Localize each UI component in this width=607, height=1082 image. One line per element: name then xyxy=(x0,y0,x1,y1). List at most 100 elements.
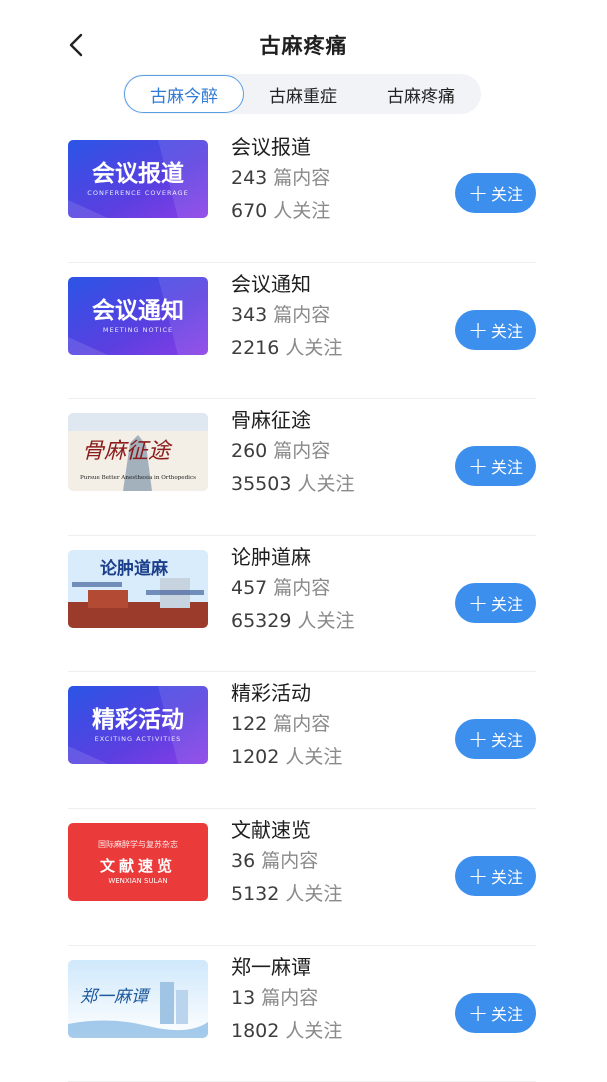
column-info: 骨麻征途 260 篇内容 35503 人关注 xyxy=(231,405,354,501)
list-item[interactable]: 郑一麻谭 郑一麻谭 13 篇内容 1802 人关注 + 关注 xyxy=(68,946,536,1082)
thumb-subtitle: CONFERENCE COVERAGE xyxy=(87,189,188,197)
content-count: 343 篇内容 xyxy=(231,299,342,332)
column-thumbnail[interactable]: 论肿道麻 xyxy=(68,549,208,628)
column-name: 文献速览 xyxy=(231,817,311,842)
content-count: 457 篇内容 xyxy=(231,572,354,605)
plus-icon: + xyxy=(467,315,489,344)
content-count-unit: 篇内容 xyxy=(273,167,331,189)
plus-icon: + xyxy=(467,179,489,207)
follower-count-value: 1202 xyxy=(231,746,280,769)
follow-label: 关注 xyxy=(491,594,524,614)
tab-gumazhongzheng[interactable]: 古麻重症 xyxy=(244,75,362,113)
thumb-title: 精彩活动 xyxy=(92,707,184,733)
follow-label: 关注 xyxy=(491,185,524,204)
follow-button[interactable]: + 关注 xyxy=(455,992,536,1033)
list-item[interactable]: 会议报道 CONFERENCE COVERAGE 会议报道 243 篇内容 670… xyxy=(68,126,536,263)
content-count-unit: 篇内容 xyxy=(273,713,331,736)
follower-count: 35503 人关注 xyxy=(231,468,354,501)
follower-count: 1802 人关注 xyxy=(231,1015,342,1048)
follow-button[interactable]: + 关注 xyxy=(455,446,536,487)
follow-button[interactable]: + 关注 xyxy=(455,309,536,350)
column-info: 精彩活动 122 篇内容 1202 人关注 xyxy=(231,678,342,774)
follower-count-value: 670 xyxy=(231,200,268,222)
content-count: 13 篇内容 xyxy=(231,982,342,1015)
content-count-unit: 篇内容 xyxy=(273,303,331,326)
content-count-unit: 篇内容 xyxy=(273,576,331,599)
list-item[interactable]: 骨麻征途 Pursue Better Anesthesia in Orthope… xyxy=(68,399,536,536)
thumb-subtitle: MEETING NOTICE xyxy=(103,326,173,334)
follow-button[interactable]: + 关注 xyxy=(455,855,536,896)
column-thumbnail[interactable]: 会议报道 CONFERENCE COVERAGE xyxy=(68,140,208,218)
content-count-unit: 篇内容 xyxy=(273,440,331,463)
column-name: 郑一麻谭 xyxy=(231,954,311,979)
column-name: 会议报道 xyxy=(231,135,311,159)
plus-icon: + xyxy=(467,452,489,481)
thumb-title: 会议报道 xyxy=(92,160,184,187)
follower-count-unit: 人关注 xyxy=(285,1019,343,1042)
tab-gumajinzui[interactable]: 古麻今醉 xyxy=(124,75,244,113)
content-count-value: 243 xyxy=(231,167,268,189)
plus-icon: + xyxy=(467,998,489,1027)
content-count-value: 122 xyxy=(231,713,268,736)
follow-label: 关注 xyxy=(491,731,524,751)
content-count-unit: 篇内容 xyxy=(261,849,319,872)
content-count-value: 36 xyxy=(231,849,256,872)
content-count: 122 篇内容 xyxy=(231,708,342,741)
list-item[interactable]: 会议通知 MEETING NOTICE 会议通知 343 篇内容 2216 人关注 … xyxy=(68,263,536,400)
follower-count-unit: 人关注 xyxy=(273,200,331,222)
header: 古麻疼痛 xyxy=(0,0,607,80)
column-name: 骨麻征途 xyxy=(231,408,311,433)
follower-count-unit: 人关注 xyxy=(285,746,343,769)
content-count-value: 343 xyxy=(231,303,268,326)
tab-gumatengtong[interactable]: 古麻疼痛 xyxy=(362,75,480,113)
list-item[interactable]: 论肿道麻 论肿道麻 457 篇内容 65329 人关注 + 关注 xyxy=(68,536,536,673)
list-item[interactable]: 精彩活动 EXCITING ACTIVITIES 精彩活动 122 篇内容 120… xyxy=(68,672,536,809)
follower-count: 5132 人关注 xyxy=(231,878,342,911)
column-info: 郑一麻谭 13 篇内容 1802 人关注 xyxy=(231,952,342,1048)
thumb-subtitle: EXCITING ACTIVITIES xyxy=(95,735,182,743)
column-thumbnail[interactable]: 精彩活动 EXCITING ACTIVITIES xyxy=(68,686,208,765)
column-name: 论肿道麻 xyxy=(231,544,311,569)
follower-count-unit: 人关注 xyxy=(285,882,343,905)
thumb-title: 论肿道麻 xyxy=(100,558,169,579)
column-thumbnail[interactable]: 骨麻征途 Pursue Better Anesthesia in Orthope… xyxy=(68,413,208,492)
follow-label: 关注 xyxy=(491,1004,524,1024)
column-thumbnail[interactable]: 郑一麻谭 xyxy=(68,959,208,1038)
follow-label: 关注 xyxy=(491,321,524,341)
follower-count-value: 2216 xyxy=(231,336,280,359)
follow-button[interactable]: + 关注 xyxy=(455,173,536,213)
column-thumbnail[interactable]: 会议通知 MEETING NOTICE xyxy=(68,276,208,355)
follower-count-value: 1802 xyxy=(231,1019,280,1042)
page-title: 古麻疼痛 xyxy=(259,34,348,58)
follow-button[interactable]: + 关注 xyxy=(455,582,536,623)
content-count-value: 260 xyxy=(231,440,268,463)
column-name: 会议通知 xyxy=(231,271,311,296)
thumb-subtitle: WENXIAN SULAN xyxy=(108,877,167,885)
thumb-title: 会议通知 xyxy=(92,297,184,324)
thumb-title: 文献速览 xyxy=(100,857,176,875)
plus-icon: + xyxy=(467,725,489,754)
list-item[interactable]: 国际麻醉学与复苏杂志 文献速览 WENXIAN SULAN 文献速览 36 篇内容… xyxy=(68,809,536,946)
follower-count-unit: 人关注 xyxy=(297,473,355,496)
column-name: 精彩活动 xyxy=(231,681,311,706)
column-info: 会议报道 243 篇内容 670 人关注 xyxy=(231,132,330,228)
thumb-title: 郑一麻谭 xyxy=(80,987,151,1007)
follower-count-value: 5132 xyxy=(231,882,280,905)
column-thumbnail[interactable]: 国际麻醉学与复苏杂志 文献速览 WENXIAN SULAN xyxy=(68,822,208,901)
follow-label: 关注 xyxy=(491,458,524,478)
content-count: 243 篇内容 xyxy=(231,162,330,195)
column-info: 论肿道麻 457 篇内容 65329 人关注 xyxy=(231,542,354,638)
content-count-unit: 篇内容 xyxy=(261,986,319,1009)
follow-label: 关注 xyxy=(491,867,524,887)
thumb-top: 国际麻醉学与复苏杂志 xyxy=(98,839,178,849)
follow-button[interactable]: + 关注 xyxy=(455,719,536,760)
follower-count-value: 35503 xyxy=(231,473,292,496)
column-info: 文献速览 36 篇内容 5132 人关注 xyxy=(231,815,342,911)
follower-count: 65329 人关注 xyxy=(231,605,354,638)
thumb-title: 骨麻征途 xyxy=(82,439,173,464)
content-count-value: 457 xyxy=(231,576,268,599)
plus-icon: + xyxy=(467,861,489,890)
follower-count: 1202 人关注 xyxy=(231,741,342,774)
follower-count-value: 65329 xyxy=(231,609,292,632)
tab-bar: 古麻今醉 古麻重症 古麻疼痛 xyxy=(123,74,481,114)
